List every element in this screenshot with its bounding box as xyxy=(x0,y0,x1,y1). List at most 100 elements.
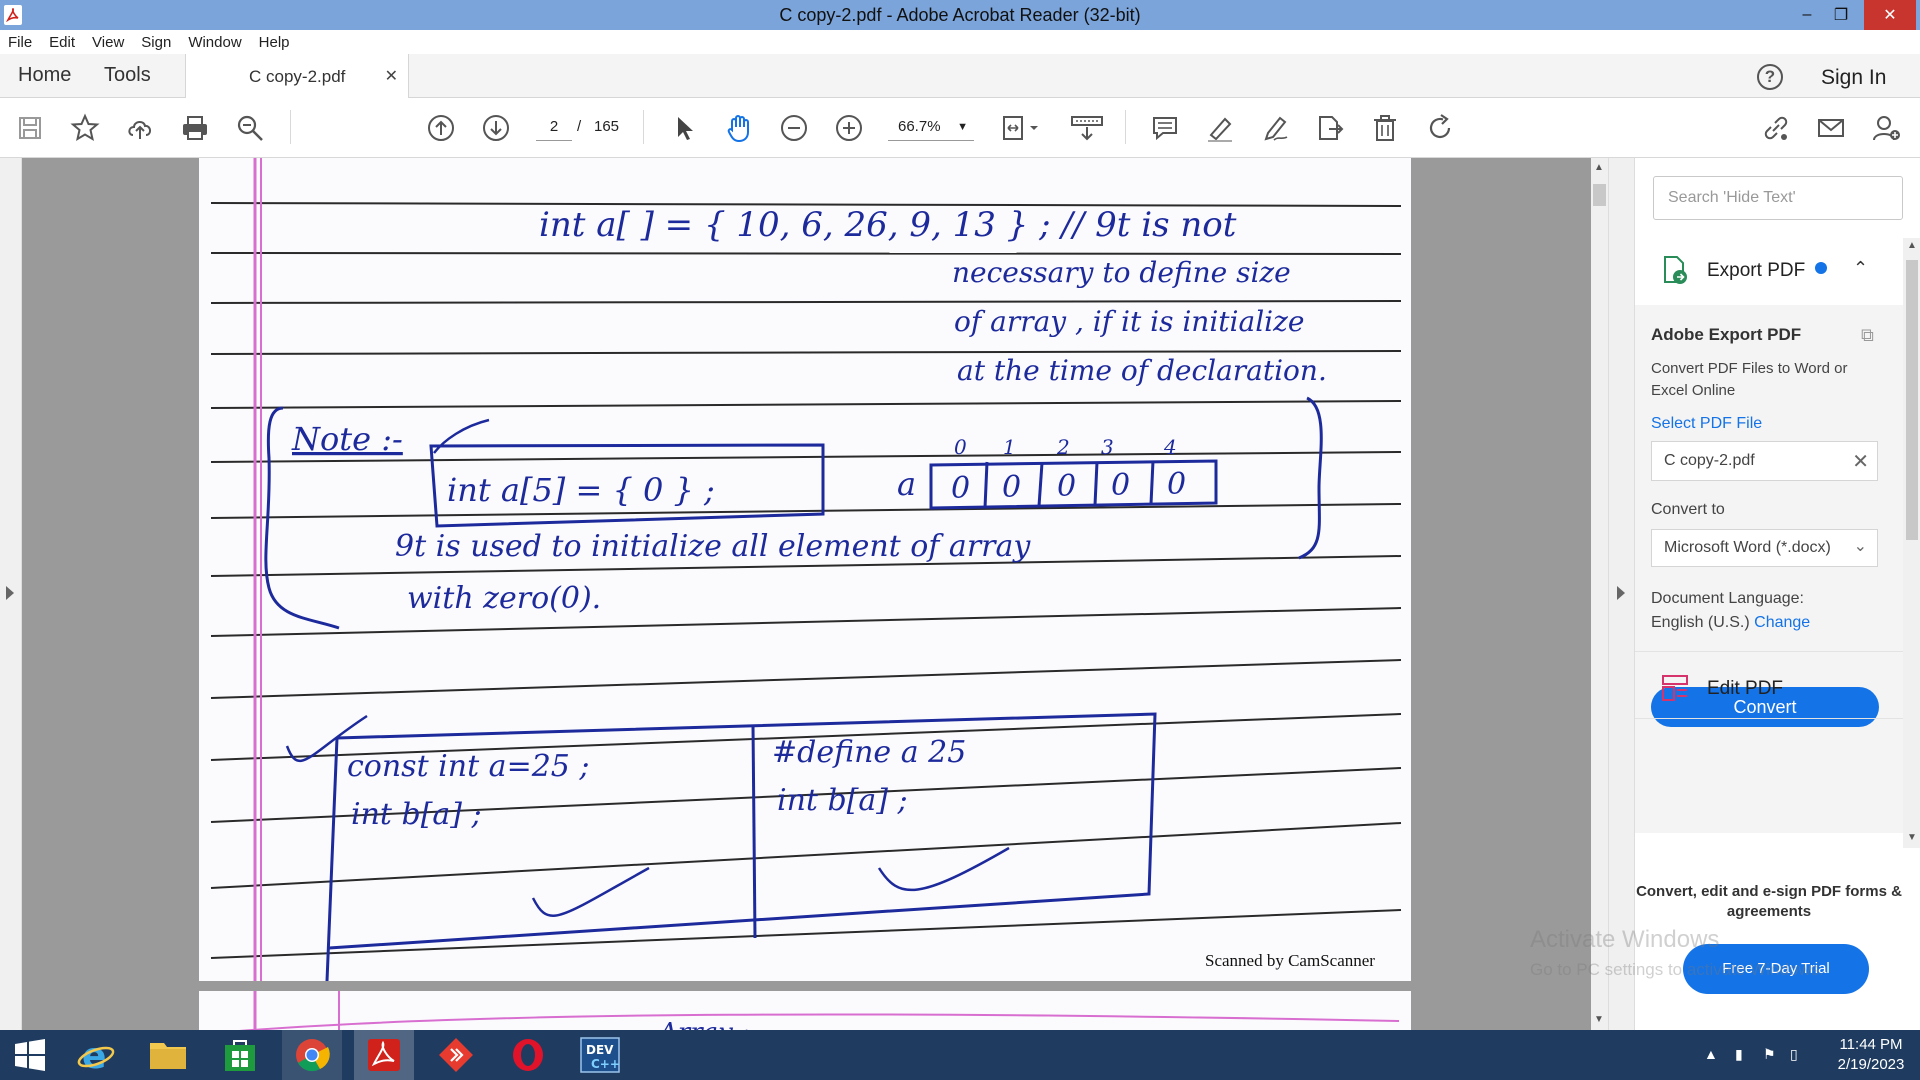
pdf-page: int a[ ] = { 10, 6, 26, 9, 13 } ; // 9t … xyxy=(199,158,1411,981)
close-button[interactable]: ✕ xyxy=(1864,0,1916,30)
select-cursor-icon[interactable] xyxy=(668,112,700,144)
share-link-icon[interactable] xyxy=(1760,112,1792,144)
array-cell: 0 xyxy=(1057,469,1076,504)
rotate-icon[interactable] xyxy=(1424,112,1456,144)
comment-icon[interactable] xyxy=(1149,112,1181,144)
print-icon[interactable] xyxy=(179,112,211,144)
select-pdf-file-link[interactable]: Select PDF File xyxy=(1651,415,1762,433)
expand-left-icon xyxy=(6,586,14,600)
anydesk-icon[interactable] xyxy=(426,1030,486,1080)
scroll-down-icon[interactable]: ▼ xyxy=(1907,832,1917,843)
tab-home[interactable]: Home xyxy=(18,64,71,87)
export-pdf-tool-icon[interactable] xyxy=(1314,112,1346,144)
email-icon[interactable] xyxy=(1815,112,1847,144)
export-pdf-section-header[interactable]: Export PDF ⌃ xyxy=(1635,240,1903,300)
page-fit-icon[interactable] xyxy=(1000,112,1044,144)
menu-view[interactable]: View xyxy=(92,34,124,51)
hide-text-search-input[interactable]: Search 'Hide Text' xyxy=(1653,176,1903,220)
array-index: 0 xyxy=(954,435,967,459)
menu-sign[interactable]: Sign xyxy=(141,34,171,51)
system-clock[interactable]: 11:44 PM 2/19/2023 xyxy=(1828,1035,1914,1075)
scroll-up-icon[interactable]: ▲ xyxy=(1594,162,1604,173)
left-panel-toggle[interactable] xyxy=(0,158,22,1030)
highlight-pen-icon[interactable] xyxy=(1204,112,1236,144)
menu-file[interactable]: File xyxy=(8,34,32,51)
document-scrollbar[interactable]: ▲ ▼ xyxy=(1591,158,1608,1030)
sign-in-button[interactable]: Sign In xyxy=(1821,66,1886,90)
close-tab-icon[interactable]: ✕ xyxy=(385,66,398,86)
account-add-icon[interactable] xyxy=(1870,112,1902,144)
toolbar-divider xyxy=(290,110,291,144)
save-icon[interactable] xyxy=(14,112,46,144)
convert-to-label: Convert to xyxy=(1651,501,1725,518)
show-hidden-icons[interactable]: ▲ xyxy=(1704,1046,1718,1062)
menu-edit[interactable]: Edit xyxy=(49,34,75,51)
menu-window[interactable]: Window xyxy=(188,34,241,51)
scrollbar-thumb[interactable] xyxy=(1906,260,1918,540)
internet-explorer-icon[interactable]: e xyxy=(66,1030,126,1080)
doc-const-line: const int a=25 ; xyxy=(347,749,590,784)
toolbar-divider xyxy=(643,110,644,144)
remove-file-icon[interactable]: ✕ xyxy=(1852,449,1869,474)
section-divider xyxy=(1635,651,1903,652)
tab-document[interactable]: C copy-2.pdf ✕ xyxy=(185,54,409,99)
zoom-select[interactable]: 66.7% ▼ xyxy=(888,113,974,141)
scroll-mode-icon[interactable] xyxy=(1068,112,1108,144)
zoom-out-icon[interactable] xyxy=(778,112,810,144)
opera-icon[interactable] xyxy=(498,1030,558,1080)
windows-store-icon[interactable] xyxy=(210,1030,270,1080)
help-icon[interactable]: ? xyxy=(1757,64,1783,90)
tools-pane: Search 'Hide Text' Export PDF ⌃ Adobe Ex… xyxy=(1634,158,1920,1030)
chevron-up-icon[interactable]: ⌃ xyxy=(1853,258,1868,279)
total-pages: 165 xyxy=(594,118,620,135)
export-pdf-icon xyxy=(1659,254,1691,286)
convert-format-select[interactable]: Microsoft Word (*.docx) ⌄ xyxy=(1651,529,1878,567)
doc-line-used: 9t is used to initialize all element of … xyxy=(395,529,1031,564)
promo-text: Convert, edit and e-sign PDF forms & agr… xyxy=(1636,883,1902,920)
adobe-export-heading: Adobe Export PDF xyxy=(1651,325,1802,344)
scroll-down-icon[interactable]: ▼ xyxy=(1594,1014,1604,1025)
scrollbar-thumb[interactable] xyxy=(1593,184,1606,206)
next-page-preview: Array :- xyxy=(238,991,1400,1030)
bookmark-star-icon[interactable] xyxy=(69,112,101,144)
battery-icon[interactable]: ▯ xyxy=(1790,1046,1798,1063)
delete-trash-icon[interactable] xyxy=(1369,112,1401,144)
svg-text:C++: C++ xyxy=(591,1057,620,1071)
start-windows-icon[interactable] xyxy=(0,1030,60,1080)
restore-button[interactable]: ❐ xyxy=(1818,0,1864,30)
change-language-link[interactable]: Change xyxy=(1754,614,1810,631)
edit-pdf-icon xyxy=(1659,672,1691,704)
activate-windows-watermark: Activate Windows xyxy=(1530,926,1720,953)
next-page-icon[interactable] xyxy=(480,112,512,144)
doc-line-3: of array , if it is initialize xyxy=(954,305,1304,338)
zoom-in-icon[interactable] xyxy=(833,112,865,144)
file-explorer-icon[interactable] xyxy=(138,1030,198,1080)
page-separator: / xyxy=(577,118,582,135)
flag-icon[interactable]: ⚑ xyxy=(1763,1046,1776,1063)
acrobat-reader-icon[interactable] xyxy=(354,1030,414,1080)
network-signal-icon[interactable]: ▮ xyxy=(1735,1046,1743,1063)
scroll-up-icon[interactable]: ▲ xyxy=(1907,240,1917,251)
toolbar-divider xyxy=(1125,110,1126,144)
tools-pane-scrollbar[interactable]: ▲ ▼ xyxy=(1903,238,1920,848)
chrome-icon[interactable] xyxy=(282,1030,342,1080)
selected-file-name: C copy-2.pdf xyxy=(1664,452,1755,469)
tab-tools[interactable]: Tools xyxy=(104,64,151,87)
previous-page-icon[interactable] xyxy=(425,112,457,144)
menu-help[interactable]: Help xyxy=(259,34,290,51)
edit-pdf-section-header[interactable]: Edit PDF xyxy=(1635,658,1903,718)
upload-cloud-icon[interactable] xyxy=(124,112,156,144)
search-zoom-icon[interactable] xyxy=(234,112,266,144)
current-page-input[interactable]: 2 xyxy=(536,113,572,141)
dev-cpp-icon[interactable]: DEV C++ xyxy=(570,1030,630,1080)
menu-bar: File Edit View Sign Window Help xyxy=(0,30,1920,54)
selected-file-field[interactable]: C copy-2.pdf ✕ xyxy=(1651,441,1878,481)
sign-pen-icon[interactable] xyxy=(1259,112,1291,144)
hand-tool-icon[interactable] xyxy=(723,112,755,144)
array-cell: 0 xyxy=(1002,470,1021,505)
right-panel-toggle[interactable] xyxy=(1608,158,1634,1030)
document-viewport[interactable]: int a[ ] = { 10, 6, 26, 9, 13 } ; // 9t … xyxy=(22,158,1591,1030)
activate-windows-subtext: Go to PC settings to activate Windows. xyxy=(1530,960,1824,979)
scanned-by-footer: Scanned by CamScanner xyxy=(1205,951,1375,970)
svg-text:DEV: DEV xyxy=(586,1043,614,1057)
